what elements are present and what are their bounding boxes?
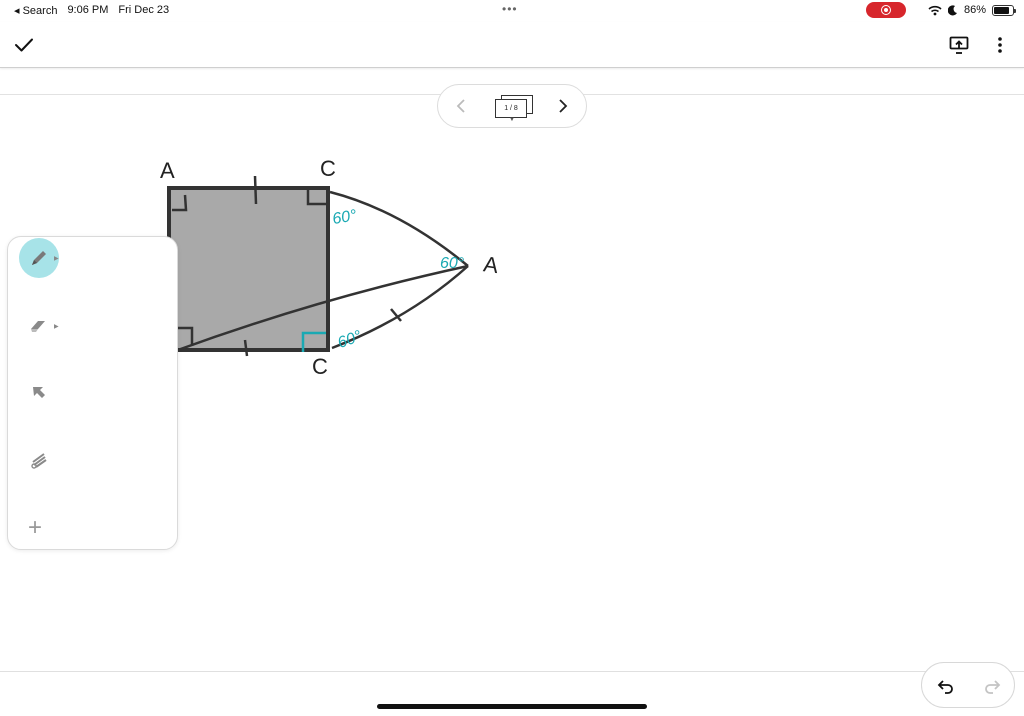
undo-icon (937, 680, 953, 694)
page-indicator: 1 / 8 (495, 99, 527, 118)
angle-label: 60° (331, 207, 358, 228)
angle-label: 60° (440, 255, 465, 272)
pen-icon (32, 251, 46, 265)
previous-page-button[interactable] (450, 95, 472, 117)
laser-tool-button[interactable] (18, 439, 60, 481)
pen-tool-button[interactable]: ▶ (18, 237, 60, 279)
vertex-label: C (312, 354, 328, 379)
chevron-left-icon (456, 99, 465, 113)
tool-palette: ▶ ▶ + (7, 236, 178, 550)
undo-redo-group (921, 662, 1015, 708)
select-tool-button[interactable] (18, 372, 60, 414)
caret-down-icon: ▼ (509, 117, 515, 123)
next-page-button[interactable] (552, 95, 574, 117)
vertex-label: A (160, 158, 175, 183)
eraser-tool-button[interactable]: ▶ (18, 305, 60, 347)
select-arrow-icon (33, 387, 45, 398)
home-indicator[interactable] (377, 704, 647, 709)
vertex-label: C (320, 156, 336, 181)
undo-button[interactable] (934, 674, 958, 698)
laser-pointer-icon (31, 453, 47, 469)
eraser-icon (31, 321, 45, 332)
expand-arrow-icon: ▶ (54, 324, 59, 330)
angle-label: 60° (335, 328, 364, 352)
redo-icon (985, 680, 1001, 694)
chevron-right-icon (559, 99, 568, 113)
expand-arrow-icon: ▶ (54, 256, 59, 262)
page-navigator: 1 / 8 ▼ (437, 84, 587, 128)
canvas-bottom-rule (0, 671, 1024, 672)
redo-button[interactable] (980, 674, 1004, 698)
tick-mark (253, 175, 258, 205)
vertex-label: A (482, 251, 500, 278)
add-tool-button[interactable]: + (22, 514, 48, 541)
page-thumbnail-button[interactable]: 1 / 8 ▼ (495, 95, 535, 123)
